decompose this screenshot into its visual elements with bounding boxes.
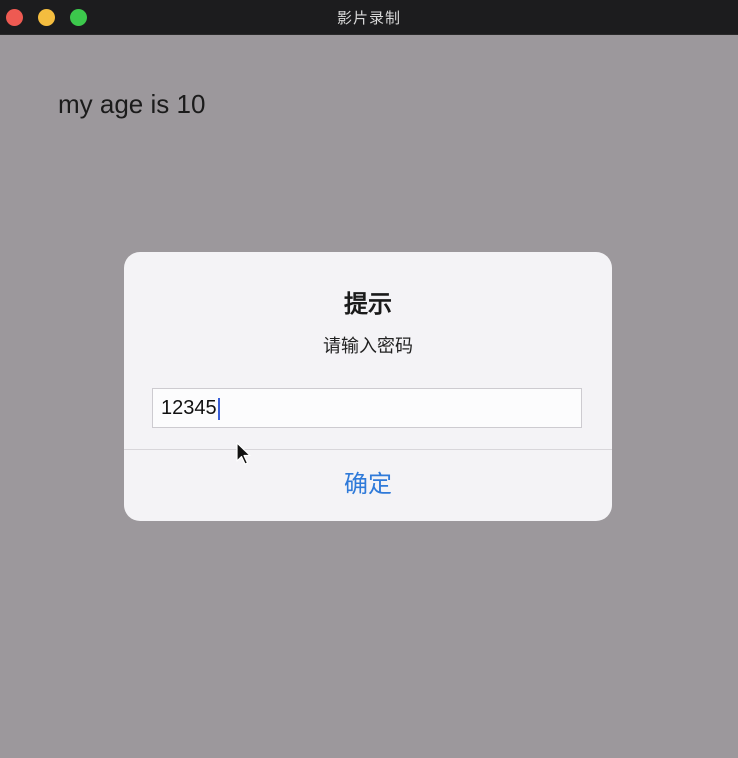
text-caret (217, 397, 220, 420)
alert-title: 提示 (344, 290, 392, 318)
password-alert-dialog: 提示 请输入密码 12345 确定 (124, 252, 612, 521)
app-window: 影片录制 my age is 10 提示 请输入密码 12345 确定 (0, 0, 738, 758)
title-bar: 影片录制 (0, 0, 738, 35)
password-input[interactable]: 12345 (152, 388, 582, 428)
age-label: my age is 10 (58, 89, 206, 119)
window-title: 影片录制 (336, 9, 401, 27)
confirm-button[interactable]: 确定 (124, 450, 612, 521)
alert-message: 请输入密码 (323, 336, 413, 357)
password-input-value: 12345 (161, 397, 217, 419)
mouse-pointer-icon (236, 442, 251, 465)
